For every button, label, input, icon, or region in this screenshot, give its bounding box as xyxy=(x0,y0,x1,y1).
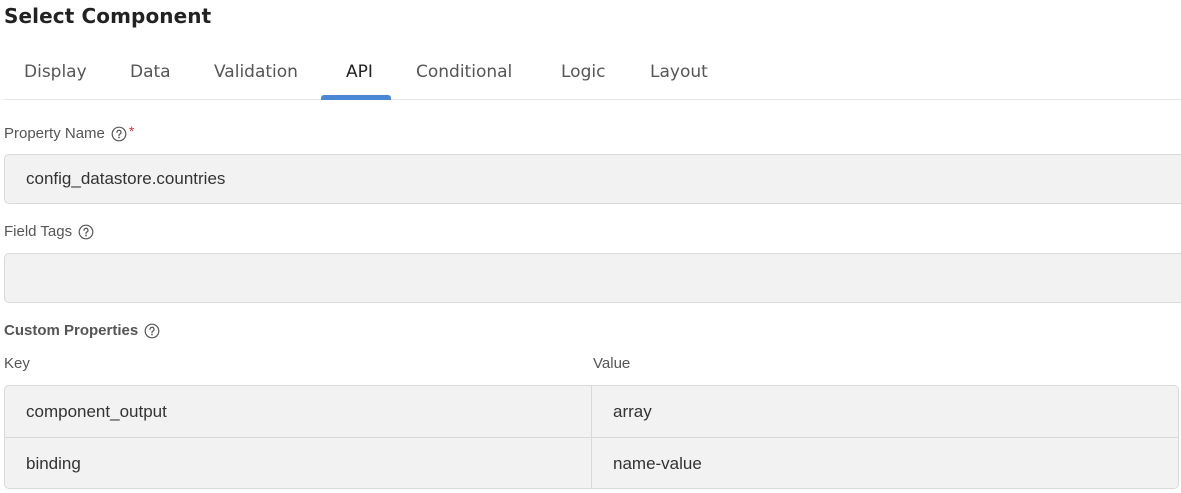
property-value-cell[interactable]: array xyxy=(592,386,1178,437)
property-key-cell[interactable]: binding xyxy=(5,438,592,488)
page-title: Select Component xyxy=(4,4,212,28)
property-name-input[interactable] xyxy=(4,154,1181,204)
value-column-header: Value xyxy=(593,355,631,372)
required-asterisk: * xyxy=(128,122,135,139)
tab-logic[interactable]: Logic xyxy=(561,60,605,98)
tab-display[interactable]: Display xyxy=(24,60,87,98)
tab-layout[interactable]: Layout xyxy=(650,60,708,98)
table-row: binding name-value xyxy=(5,437,1178,488)
tab-validation[interactable]: Validation xyxy=(214,60,298,98)
question-circle-icon[interactable] xyxy=(111,126,127,142)
field-tags-label-text: Field Tags xyxy=(4,223,73,240)
property-name-label: Property Name * xyxy=(4,122,135,143)
tab-data[interactable]: Data xyxy=(130,60,171,98)
field-tags-label: Field Tags xyxy=(4,223,94,240)
property-key-cell[interactable]: component_output xyxy=(5,386,592,437)
property-value-cell[interactable]: name-value xyxy=(592,438,1178,488)
tab-conditional[interactable]: Conditional xyxy=(416,60,512,98)
custom-properties-table: component_output array binding name-valu… xyxy=(4,385,1179,489)
key-column-header: Key xyxy=(4,355,30,372)
table-row: component_output array xyxy=(5,386,1178,437)
tab-bar: Display Data Validation API Conditional … xyxy=(4,50,1181,100)
tab-api[interactable]: API xyxy=(346,60,373,98)
custom-properties-label: Custom Properties xyxy=(4,322,160,339)
field-tags-input[interactable] xyxy=(4,253,1181,303)
question-circle-icon[interactable] xyxy=(78,224,94,240)
property-name-label-text: Property Name xyxy=(4,125,105,142)
custom-properties-label-text: Custom Properties xyxy=(4,322,139,339)
question-circle-icon[interactable] xyxy=(144,323,160,339)
active-tab-indicator xyxy=(321,95,391,100)
